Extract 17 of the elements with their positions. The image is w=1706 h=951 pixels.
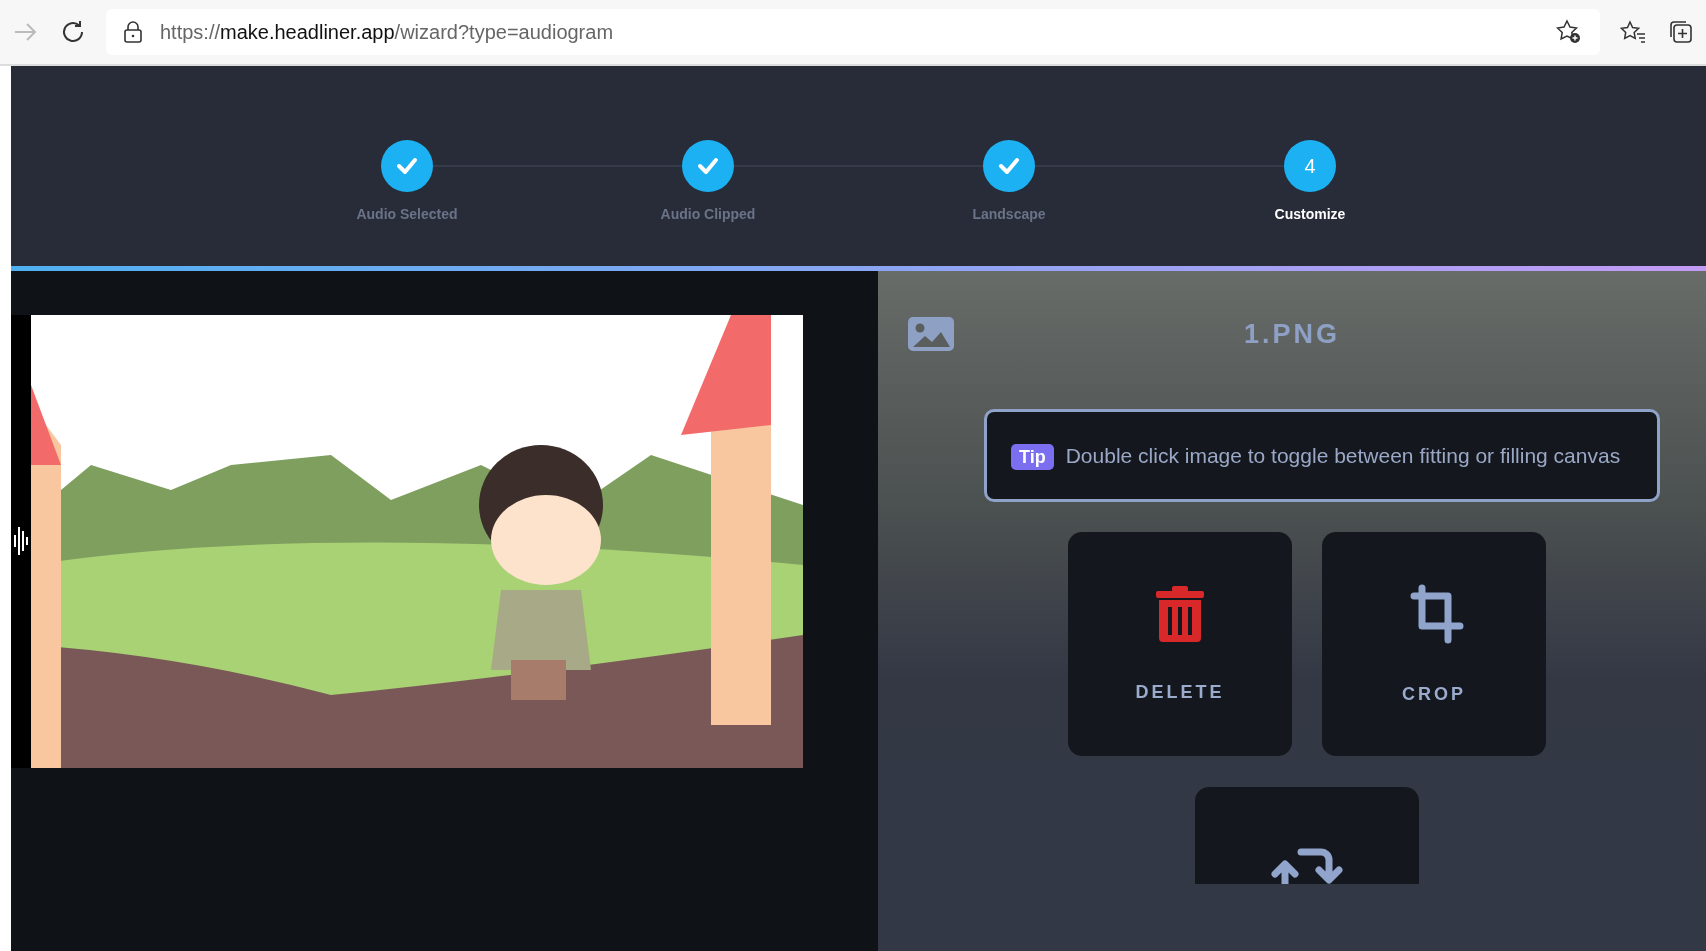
tip-badge: Tip [1011, 444, 1054, 470]
file-name: 1.PNG [1243, 318, 1341, 350]
step-label: Customize [1274, 206, 1346, 222]
url-text: https://make.headliner.app/wizard?type=audiogram [160, 20, 615, 44]
crop-button[interactable]: CROP [1322, 532, 1546, 756]
lock-icon [124, 21, 142, 43]
image-icon [908, 317, 954, 351]
trash-icon [1156, 585, 1204, 642]
delete-button[interactable]: DELETE [1068, 532, 1292, 756]
step-label: Landscape [972, 206, 1046, 222]
step-label: Audio Selected [356, 206, 458, 222]
swap-button[interactable] [1195, 787, 1419, 884]
step-label: Audio Clipped [660, 206, 756, 222]
step-number: 4 [1284, 140, 1336, 192]
add-favorite-icon[interactable] [1556, 19, 1582, 45]
address-bar[interactable]: https://make.headliner.app/wizard?type=audiogram [106, 9, 1600, 55]
tip-text: Double click image to toggle between fitting or filling canvas [1065, 444, 1621, 467]
